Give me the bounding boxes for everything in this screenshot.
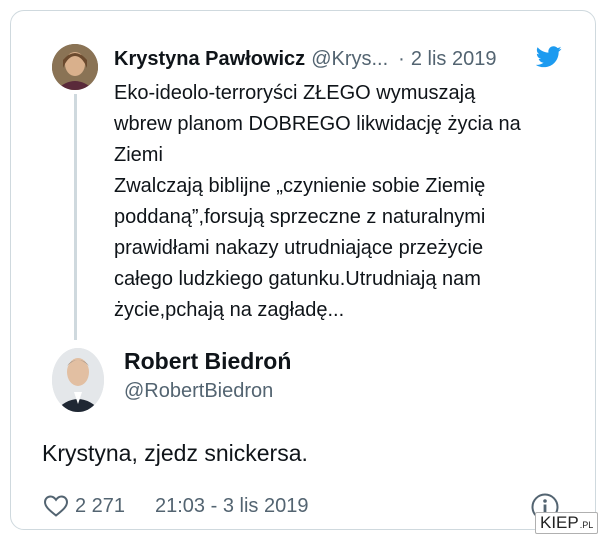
thread-connector-line (74, 94, 77, 340)
quoted-tweet-header: Krystyna Pawłowicz @Krys... · 2 lis 2019 (114, 45, 564, 73)
quoted-text-line: wbrew planom DOBREGO likwidację życia na (114, 113, 521, 135)
quoted-author-handle[interactable]: @Krys... (311, 48, 388, 71)
quoted-author-avatar[interactable] (52, 44, 98, 90)
heart-icon[interactable] (43, 494, 69, 518)
quoted-text-line: Ziemi (114, 144, 163, 166)
watermark-suffix: .PL (579, 520, 594, 530)
quoted-text-line: Eko-ideolo-terroryści ZŁEGO wymuszają (114, 82, 476, 104)
main-author-handle[interactable]: @RobertBiedron (124, 380, 273, 403)
quoted-tweet-date[interactable]: 2 lis 2019 (411, 48, 497, 71)
quoted-text-line: Zwalczają biblijne „czynienie sobie Ziem… (114, 175, 486, 197)
separator-dot: · (398, 47, 405, 70)
main-tweet-text: Krystyna, zjedz snickersa. (42, 440, 308, 466)
quoted-text-line: życie,pchają na zagładę... (114, 299, 345, 321)
quoted-text-line: poddaną”,forsują sprzeczne z naturalnymi (114, 206, 486, 228)
quoted-text-line: prawidłami nakazy utrudniające przeżycie (114, 237, 484, 259)
watermark-logo: KIEP .PL (535, 512, 599, 534)
main-author-name[interactable]: Robert Biedroń (124, 348, 291, 375)
main-author-avatar[interactable] (52, 348, 104, 412)
tweet-timestamp[interactable]: 21:03 - 3 lis 2019 (155, 495, 308, 518)
quoted-text-line: całego ludzkiego gatunku.Utrudniają nam (114, 268, 481, 290)
twitter-bird-icon[interactable] (535, 46, 562, 68)
quoted-tweet-text: Eko-ideolo-terroryści ZŁEGO wymuszają wb… (114, 78, 584, 326)
like-count[interactable]: 2 271 (75, 495, 125, 518)
quoted-author-name[interactable]: Krystyna Pawłowicz (114, 48, 305, 71)
watermark-text: KIEP (540, 513, 579, 532)
